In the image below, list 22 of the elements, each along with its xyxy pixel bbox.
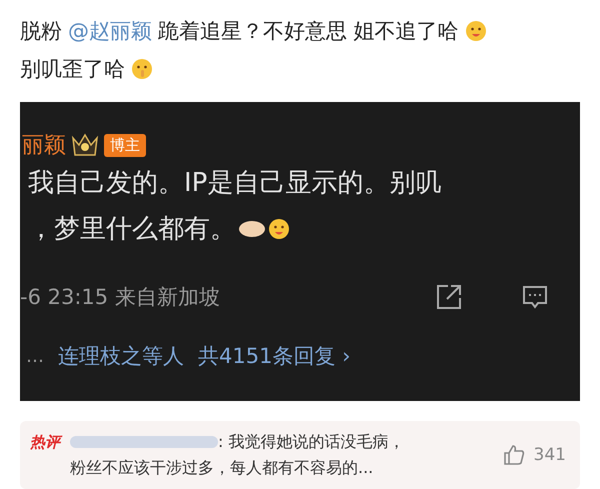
author-name: 丽颖 — [22, 132, 66, 160]
emoji-icon — [268, 218, 290, 240]
comment-text: : 我觉得她说的话没毛病， — [218, 431, 404, 453]
share-icon[interactable] — [434, 282, 464, 312]
mention-link[interactable]: @赵丽颖 — [68, 12, 152, 50]
emoji-icon — [464, 20, 487, 42]
post-meta: -6 23:15 来自新加坡 — [20, 284, 221, 311]
comment-text: 粉丝不应该干涉过多，每人都有不容易的... — [70, 457, 374, 479]
reply-count-link[interactable]: 共4151条回复 › — [198, 342, 351, 370]
post-text: 跪着追星？不好意思 姐不追了哈 — [158, 18, 459, 45]
ellipsis-text: … — [26, 346, 44, 366]
crown-icon — [70, 132, 100, 158]
comment-text: ，梦里什么都有。 — [27, 213, 236, 246]
hot-comment-tag: 热评 — [30, 433, 60, 452]
replier-names[interactable]: 连理枝之等人 — [58, 342, 184, 370]
comment-text: 我自己发的。IP是自己显示的。别叽 — [27, 167, 442, 200]
post-text: 脱粉 — [20, 18, 62, 45]
blogger-badge: 博主 — [104, 134, 146, 156]
post-text: 别叽歪了哈 — [20, 56, 125, 83]
thumbs-up-icon[interactable] — [502, 443, 526, 467]
like-count: 341 — [534, 445, 566, 465]
emoji-icon — [131, 58, 153, 80]
